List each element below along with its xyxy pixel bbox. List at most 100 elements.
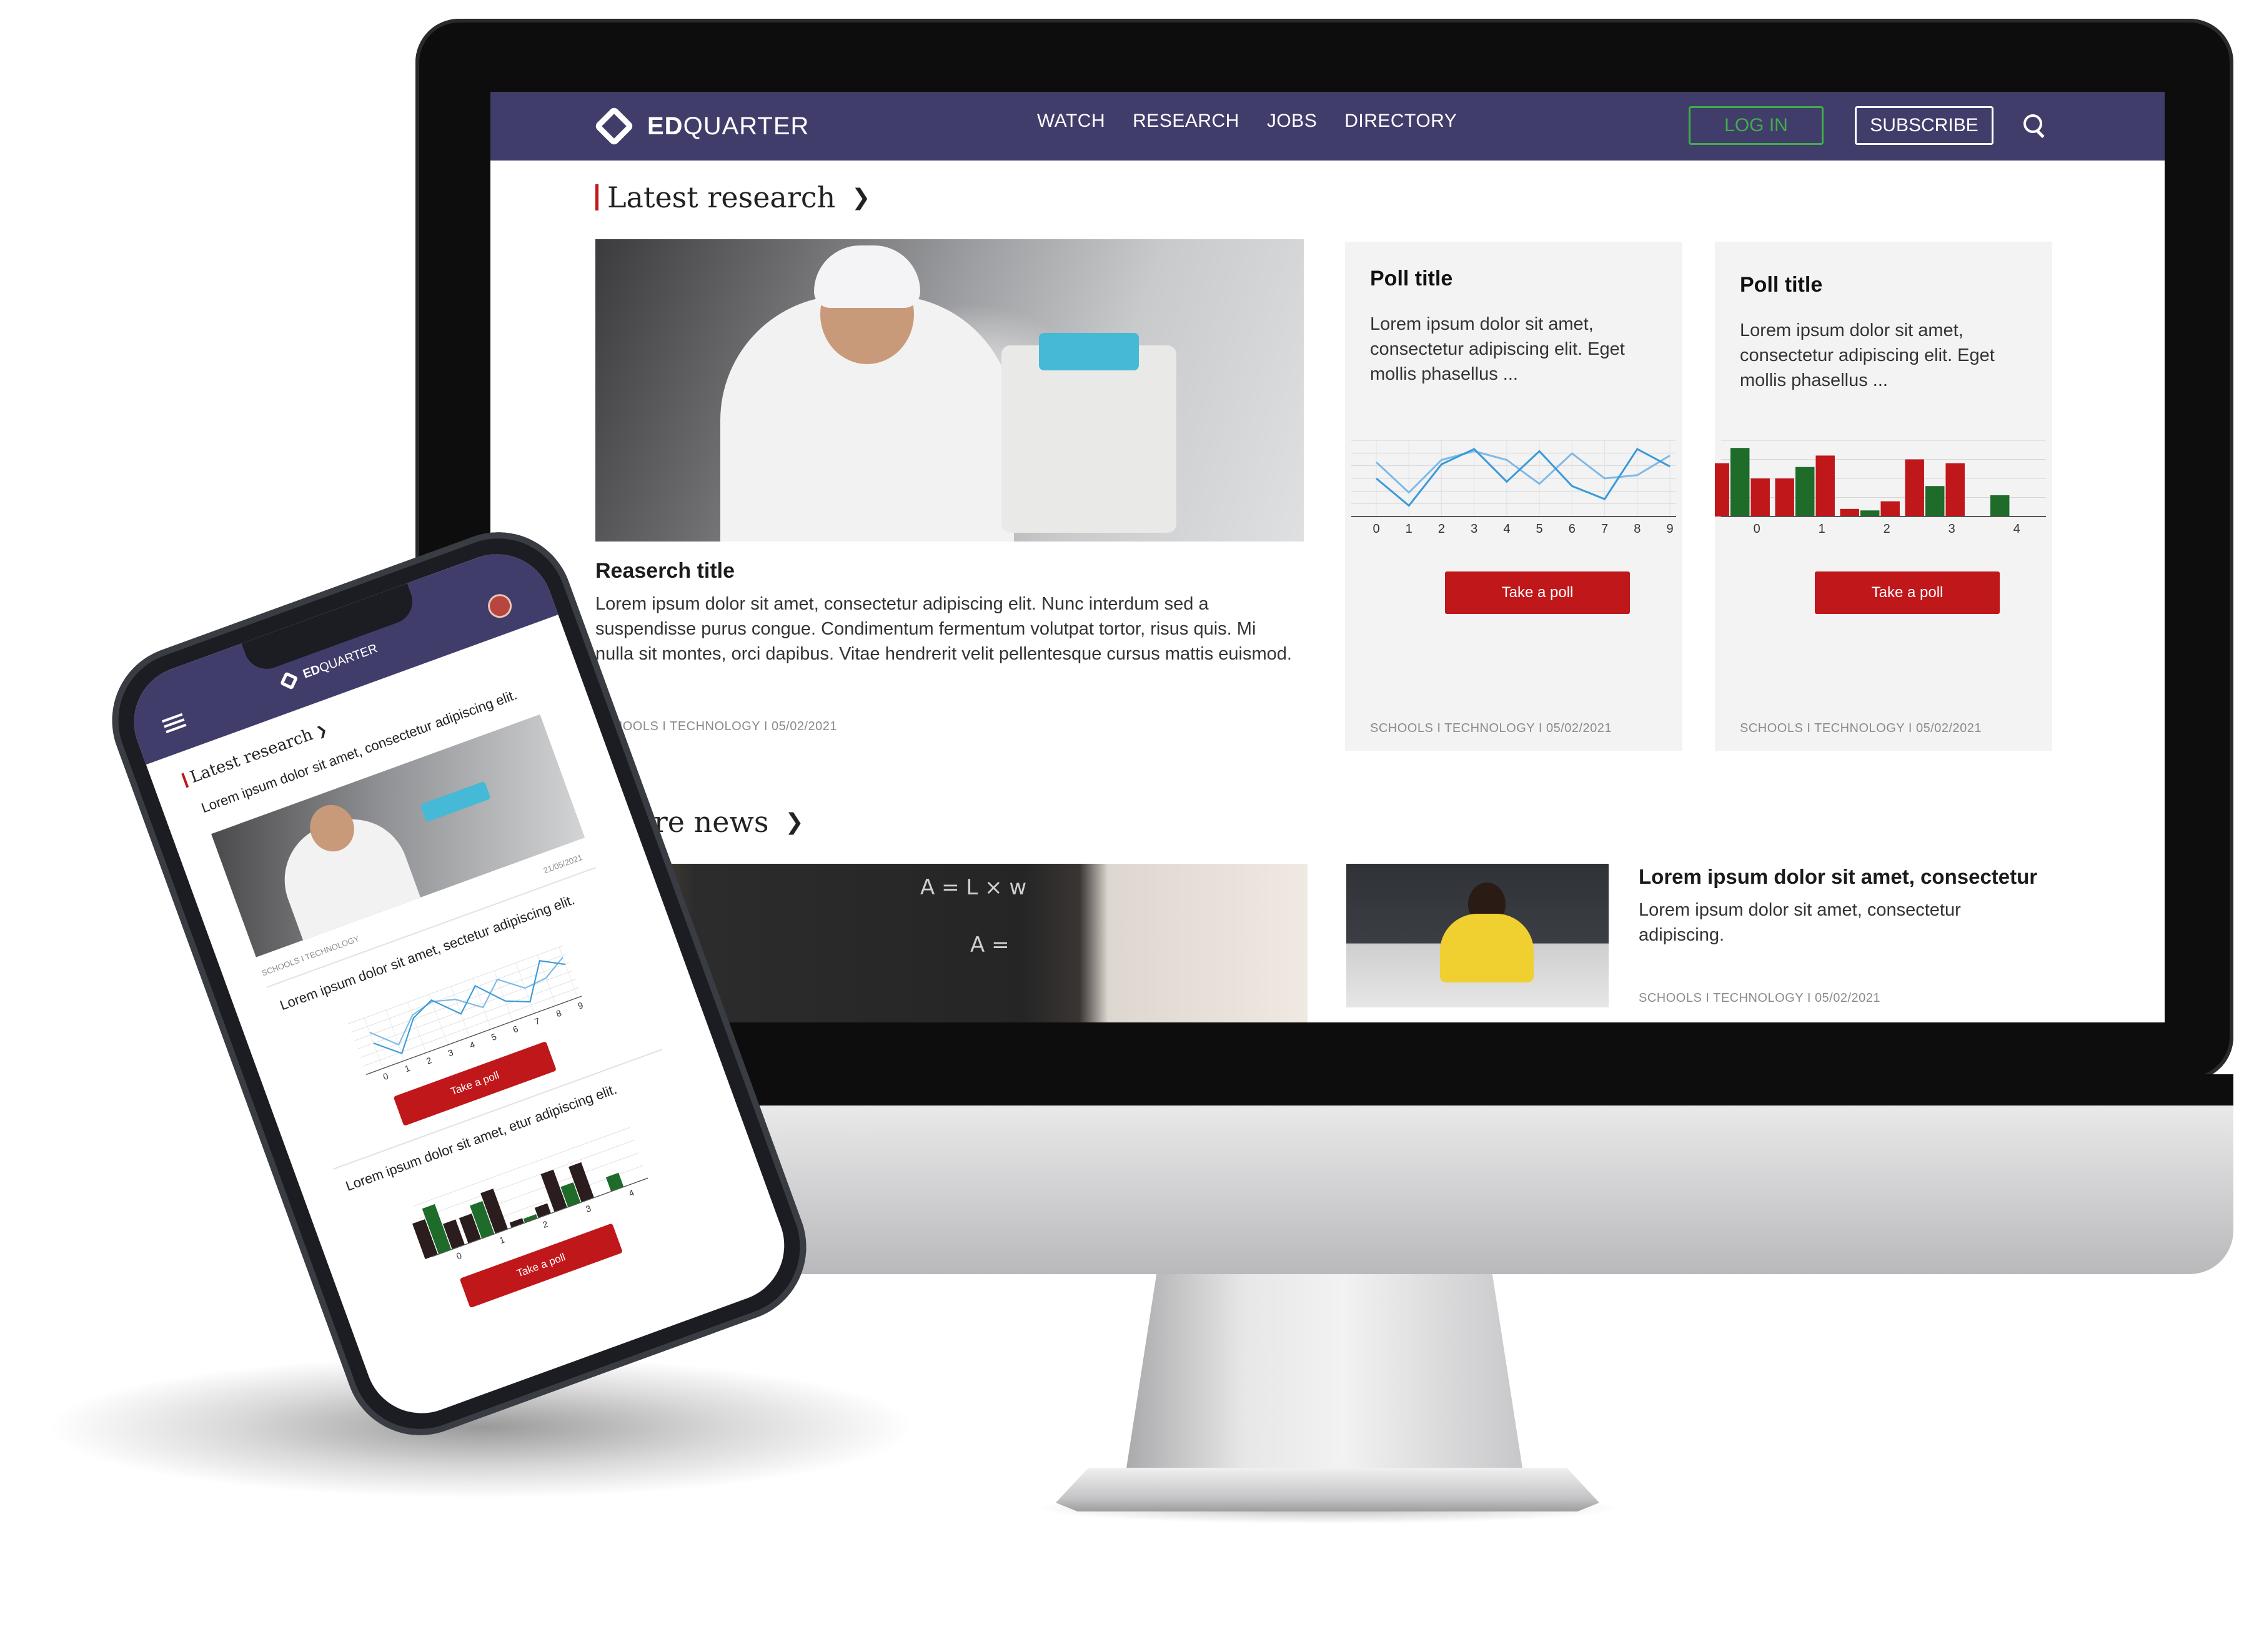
bar [534, 1203, 551, 1219]
brand-rest: QUARTER [683, 112, 810, 140]
news-image-student[interactable] [1346, 864, 1609, 1007]
poll-body: Lorem ipsum dolor sit amet, consectetur … [1370, 314, 1625, 384]
brand-logo[interactable]: EDQUARTER [593, 106, 810, 147]
login-button[interactable]: LOG IN [1689, 106, 1824, 145]
x-tick-label: 9 [577, 1000, 585, 1011]
latest-research-heading[interactable]: Latest research ❯ [595, 181, 870, 214]
news-meta: SCHOOLS I TECHNOLOGY I 05/02/2021 [1639, 991, 1881, 1005]
bar [605, 1172, 624, 1192]
bar [1945, 463, 1965, 517]
nav-research[interactable]: RESEARCH [1133, 111, 1239, 132]
nav-links: WATCH RESEARCH JOBS DIRECTORY [1037, 111, 1457, 132]
nav-directory[interactable]: DIRECTORY [1344, 111, 1457, 132]
poll-title: Poll title [1370, 267, 1453, 290]
grid-line [414, 1127, 630, 1207]
research-meta: SCHOOLS I TECHNOLOGY I 05/02/2021 [595, 720, 838, 733]
chevron-right-icon: ❯ [785, 809, 804, 835]
poll-card-2: Poll title Lorem ipsum dolor sit amet, c… [1715, 242, 2052, 751]
x-tick-label: 1 [1819, 522, 1825, 536]
avatar[interactable] [484, 590, 515, 621]
chevron-right-icon: ❯ [314, 721, 329, 739]
monitor-stand [1124, 1274, 1524, 1480]
x-tick-label: 0 [1754, 522, 1760, 536]
logo-mark-icon [593, 106, 635, 147]
research-body: Lorem ipsum dolor sit amet, consectetur … [595, 594, 1292, 664]
grid-line [559, 947, 578, 998]
x-tick-label: 2 [1884, 522, 1890, 536]
x-tick-label: 6 [1569, 522, 1576, 536]
research-image[interactable] [595, 239, 1304, 542]
x-tick-label: 2 [541, 1219, 549, 1230]
x-tick-label: 5 [1536, 522, 1543, 536]
poll-card-1: Poll title Lorem ipsum dolor sit amet, c… [1345, 242, 1682, 751]
x-tick-label: 4 [1503, 522, 1510, 536]
poll-bar-chart: 0 1 2 3 4 [1715, 440, 2046, 536]
take-poll-button[interactable]: Take a poll [1815, 571, 2000, 614]
series-line-2 [1376, 447, 1671, 507]
monitor-stand-base [1056, 1468, 1599, 1511]
x-tick-label: 2 [1438, 522, 1445, 536]
brand-bold: ED [647, 112, 683, 140]
bar [1815, 455, 1835, 517]
x-tick-label: 0 [455, 1250, 463, 1262]
board-text-formula: A = L × w [920, 875, 1027, 900]
bar [1715, 463, 1729, 517]
x-tick-label: 5 [490, 1031, 498, 1042]
grid-line [357, 971, 573, 1050]
poll-meta: SCHOOLS I TECHNOLOGY I 05/02/2021 [1370, 721, 1612, 735]
x-tick-label: 7 [1601, 522, 1608, 536]
x-tick-label: 2 [425, 1055, 433, 1066]
grid-line [364, 1017, 384, 1069]
phone-meta-date: 21/05/2021 [542, 853, 584, 876]
x-tick-label: 8 [1634, 522, 1641, 536]
x-tick-label: 1 [404, 1063, 412, 1074]
x-tick-label: 0 [1373, 522, 1379, 536]
bar [1860, 510, 1880, 517]
x-tick-label: 3 [1949, 522, 1955, 536]
nav-watch[interactable]: WATCH [1037, 111, 1105, 132]
nav-jobs[interactable]: JOBS [1267, 111, 1317, 132]
bar [1925, 486, 1945, 517]
logo-mark-icon [279, 671, 299, 690]
research-title[interactable]: Reaserch title [595, 559, 735, 583]
top-navbar: EDQUARTER WATCH RESEARCH JOBS DIRECTORY … [490, 92, 2165, 161]
bar [1730, 448, 1750, 517]
x-tick-label: 4 [468, 1039, 476, 1051]
x-tick-label: 6 [512, 1024, 520, 1035]
subscribe-button[interactable]: SUBSCRIBE [1855, 106, 1993, 145]
x-tick-label: 1 [1406, 522, 1412, 536]
x-tick-label: 8 [555, 1008, 563, 1019]
x-tick-label: 1 [498, 1234, 506, 1245]
desktop-screen: EDQUARTER WATCH RESEARCH JOBS DIRECTORY … [490, 92, 2165, 1022]
grid-line [450, 986, 470, 1037]
x-tick-label: 0 [382, 1071, 390, 1082]
grid-line [494, 971, 513, 1022]
poll-body: Lorem ipsum dolor sit amet, consectetur … [1740, 320, 1995, 390]
hamburger-menu-icon[interactable] [162, 713, 187, 734]
x-tick-label: 9 [1666, 522, 1673, 536]
board-text-formula-2: A = [970, 932, 1010, 957]
news-body: Lorem ipsum dolor sit amet, consectetur … [1639, 900, 1961, 945]
search-icon[interactable] [2022, 113, 2047, 139]
bar [1775, 478, 1794, 517]
bar [509, 1218, 524, 1228]
section-accent [595, 184, 598, 210]
poll-line-chart: 0 1 2 3 4 5 6 7 8 9 [1351, 440, 1676, 536]
bar [523, 1214, 538, 1223]
x-tick-label: 3 [584, 1203, 592, 1214]
bar [1990, 495, 2010, 517]
bar [1795, 467, 1815, 517]
chevron-right-icon: ❯ [851, 184, 871, 210]
x-tick-label: 3 [1471, 522, 1477, 536]
series-line-1 [1375, 450, 1671, 494]
bar [1750, 478, 1770, 517]
bar [1905, 459, 1924, 517]
news-title[interactable]: Lorem ipsum dolor sit amet, consectetur [1639, 865, 2037, 889]
latest-research-heading-text: Latest research [607, 181, 836, 214]
x-tick-label: 3 [447, 1047, 455, 1059]
take-poll-button[interactable]: Take a poll [1445, 571, 1630, 614]
bar [1840, 508, 1859, 517]
bar [1880, 501, 1900, 517]
poll-title: Poll title [1740, 273, 1823, 297]
poll-meta: SCHOOLS I TECHNOLOGY I 05/02/2021 [1740, 721, 1982, 735]
